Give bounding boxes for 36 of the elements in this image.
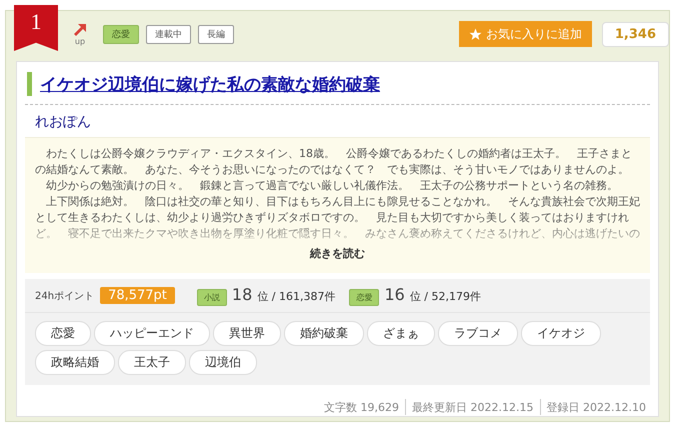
label-tag: 恋愛 [103, 24, 139, 44]
tag-link[interactable]: 恋愛 [35, 321, 91, 346]
arrow-icon [73, 22, 87, 36]
synopsis-paragraph: 上下関係は絶対。 陰口は社交の華と知り、目下はもちろん目上にも隙見せることなかれ。 そんな貴族社会で次期王妃として生きるわたくしは、幼少より過労ひきずりズタボロですの。 見た目も大切ですから美しく装ってはおりますけれど。 寝不足で出来たクマや吹き出物を厚塗り化粧で隠す日々。 みなさん褒め称えてくださるけれど、内心は逃げたいの [35, 194, 640, 242]
tag-link[interactable]: 王太子 [118, 350, 186, 375]
rank-number: 16 [384, 285, 405, 304]
rank-total: 位 / 52,179件 [410, 289, 482, 304]
rank-total: 位 / 161,387件 [257, 289, 336, 304]
category-badge: 恋愛 [349, 289, 380, 306]
novel-title-link[interactable]: イケオジ辺境伯に嫁げた私の素敵な婚約破棄 [40, 72, 380, 96]
label-tag: 長編 [198, 24, 234, 44]
tag-link[interactable]: 異世界 [213, 321, 281, 346]
trend-label: up [74, 36, 86, 46]
synopsis-paragraph: わたくしは公爵令嬢クラウディア・エクスタイン、18歳。 公爵令嬢であるわたくしの婚約者は王太子。 王子さまとの結婚なんて素敵。 あなた、今そうお思いになったのではなくて？ でも実際は、そう甘いモノではありませんのよ。 [35, 146, 633, 178]
tag-link[interactable]: ざまぁ [367, 321, 435, 346]
label-tag: 連載中 [146, 24, 191, 44]
tag-link[interactable]: イケオジ [521, 321, 601, 346]
footer-info: 最終更新日 2022.12.15 [412, 400, 534, 414]
footer-info: 登録日 2022.12.10 [546, 400, 646, 414]
synopsis-paragraph: 幼少からの勉強漬けの日々。 鍛錬と言って過言でない厳しい礼儀作法。 王太子の公務サポートという名の雑務。 [45, 178, 619, 194]
title-accent-bar [27, 72, 32, 96]
rank-number: 18 [232, 285, 252, 304]
category-badge: 小説 [196, 289, 227, 306]
star-icon [468, 28, 482, 40]
favorite-count: 1,346 [602, 22, 669, 46]
points-value: 78,577pt [100, 287, 175, 304]
rank-ribbon: 1 [14, 5, 58, 51]
tag-link[interactable]: ラブコメ [438, 321, 518, 346]
read-more-link[interactable]: 続きを読む [310, 246, 365, 261]
points-label: 24hポイント [35, 290, 94, 302]
tag-link[interactable]: ハッピーエンド [94, 321, 210, 346]
author-name[interactable]: れおぽん [25, 105, 650, 137]
tag-link[interactable]: 婚約破棄 [284, 321, 364, 346]
tag-link[interactable]: 辺境伯 [189, 350, 257, 375]
tag-link[interactable]: 政略結婚 [35, 350, 115, 375]
footer-info: 文字数 19,629 [324, 400, 400, 414]
